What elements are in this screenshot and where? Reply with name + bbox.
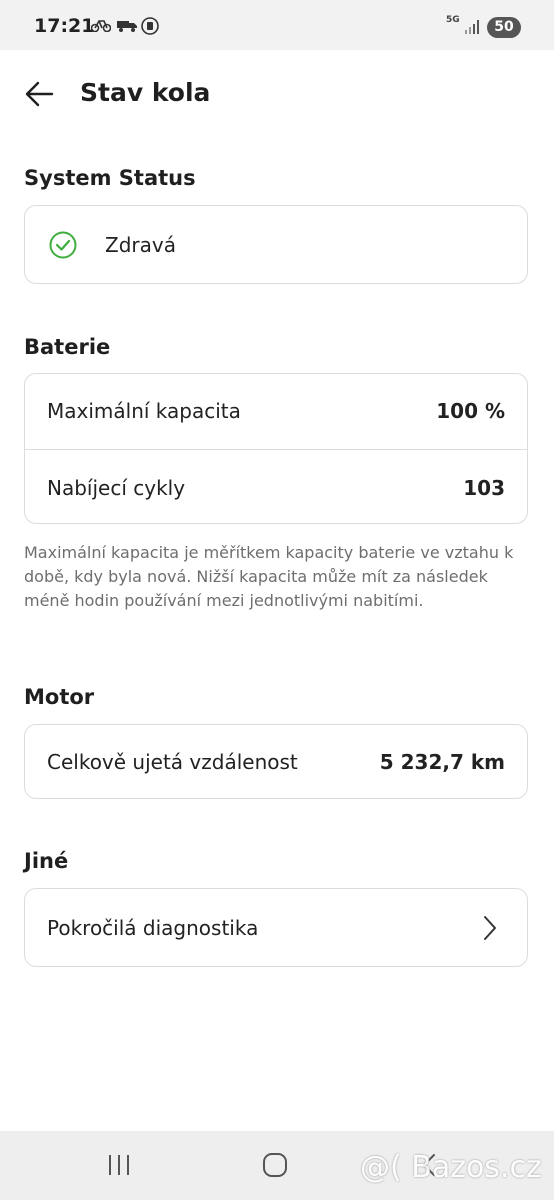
system-status-label: Zdravá: [105, 233, 176, 257]
total-distance-value: 5 232,7 km: [379, 750, 505, 774]
back-arrow-icon: [25, 81, 54, 107]
watermark: @( Bazos.cz: [360, 1150, 542, 1185]
total-distance-label: Celkově ujetá vzdálenost: [47, 750, 298, 774]
recent-apps-button[interactable]: [106, 1153, 132, 1181]
battery-card: Maximální kapacita 100 % Nabíjecí cykly …: [24, 373, 528, 524]
advanced-diagnostics-item[interactable]: Pokročilá diagnostika: [24, 888, 528, 967]
max-capacity-value: 100 %: [436, 399, 505, 423]
truck-icon: [116, 17, 138, 36]
battery-row-max-capacity: Maximální kapacita 100 %: [25, 374, 527, 449]
home-button[interactable]: [262, 1152, 288, 1182]
other-section-title: Jiné: [24, 849, 69, 873]
battery-indicator: 50: [487, 17, 521, 38]
battery-row-charge-cycles: Nabíjecí cykly 103: [25, 450, 527, 524]
battery-section-title: Baterie: [24, 335, 111, 359]
page-title: Stav kola: [80, 78, 211, 107]
motor-card: Celkově ujetá vzdálenost 5 232,7 km: [24, 724, 528, 799]
battery-note: Maximální kapacita je měřítkem kapacity …: [24, 543, 514, 610]
max-capacity-label: Maximální kapacita: [47, 399, 241, 423]
home-icon: [263, 1153, 287, 1177]
system-status-title: System Status: [24, 166, 196, 190]
chevron-right-icon: [483, 915, 497, 945]
signal-icon: [464, 19, 480, 39]
network-type: 5G: [446, 15, 460, 25]
advanced-diagnostics-label: Pokročilá diagnostika: [47, 916, 259, 940]
recent-apps-icon: [109, 1155, 129, 1175]
device-icon: [141, 17, 159, 39]
charge-cycles-value: 103: [463, 476, 505, 500]
motor-row-distance: Celkově ujetá vzdálenost 5 232,7 km: [25, 725, 527, 800]
back-button[interactable]: [22, 78, 58, 110]
charge-cycles-label: Nabíjecí cykly: [47, 476, 186, 500]
app-header: Stav kola: [0, 62, 554, 126]
system-status-card: Zdravá: [24, 205, 528, 284]
bicycle-icon: [90, 17, 112, 36]
motor-section-title: Motor: [24, 685, 95, 709]
status-bar: 17:21 5G 50: [0, 0, 554, 50]
status-time: 17:21: [34, 15, 95, 37]
check-circle-icon: [49, 231, 77, 263]
